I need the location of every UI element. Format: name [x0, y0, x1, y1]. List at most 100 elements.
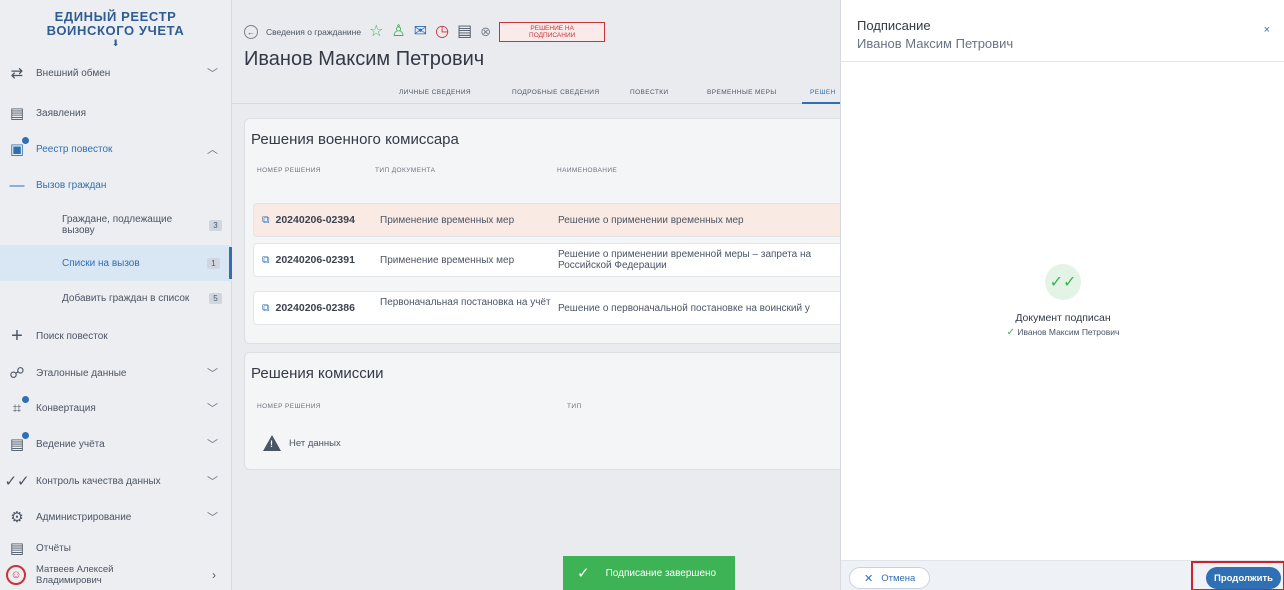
copy-icon[interactable]: ⧉	[262, 215, 270, 226]
chevron-down-icon: ﹀	[207, 403, 218, 415]
sidebar-item-reports[interactable]: ▤ Отчёты	[0, 536, 232, 560]
tab-details[interactable]: ПОДРОБНЫЕ СВЕДЕНИЯ	[512, 89, 599, 96]
sidebar-item-administration[interactable]: ⚙ Администрирование ﹀	[0, 499, 232, 535]
sidebar-item-label: Заявления	[36, 107, 87, 119]
empty-state-text: Нет данных	[289, 437, 341, 449]
sidebar-item-search-summons[interactable]: + Поиск повесток	[0, 318, 232, 354]
table-row[interactable]: ⧉ 20240206-02394 Применение временных мер…	[253, 203, 853, 237]
sidebar-item-label: Конвертация	[36, 402, 96, 414]
sidebar-item-conversion[interactable]: ⌗ Конвертация ﹀	[0, 390, 232, 426]
pin-icon[interactable]: ⬇	[0, 38, 231, 48]
sidebar-item-label: Отчёты	[36, 542, 71, 554]
sidebar-item-label: Администрирование	[36, 511, 132, 523]
app-root: ЕДИНЫЙ РЕЕСТР ВОИНСКОГО УЧЕТА ⬇ ⇄ Внешни…	[0, 0, 1284, 590]
copy-icon[interactable]: ⧉	[262, 255, 270, 266]
sidebar-item-data-quality[interactable]: ✓✓ Контроль качества данных ﹀	[0, 463, 232, 499]
tab-summons[interactable]: ПОВЕСТКИ	[630, 89, 669, 96]
brand-line-2: ВОИНСКОГО УЧЕТА	[46, 23, 185, 38]
sidebar-item-label: Добавить граждан в список	[62, 292, 190, 304]
count-badge: 1	[207, 257, 220, 269]
close-icon: ✕	[864, 572, 874, 585]
toast-text: Подписание завершено	[605, 567, 717, 579]
column-header-name[interactable]: НАИМЕНОВАНИЕ	[557, 167, 617, 174]
mail-icon[interactable]: ✉	[414, 24, 427, 40]
sidebar-item-call-citizens[interactable]: — Вызов граждан	[0, 167, 232, 203]
status-badge: РЕШЕНИЕ НА ПОДПИСАНИИ	[499, 22, 606, 42]
empty-state: Нет данных	[263, 435, 341, 451]
cancel-button-label: Отмена	[881, 572, 916, 584]
brand-line-1: ЕДИНЫЙ РЕЕСТР	[54, 9, 177, 24]
decision-number: 20240206-02394	[275, 214, 355, 226]
sidebar-item-label: Внешний обмен	[36, 67, 111, 79]
sidebar-item-applications[interactable]: ▤ Заявления	[0, 95, 232, 131]
sidebar-item-label: Контроль качества данных	[36, 475, 161, 487]
count-badge: 5	[209, 292, 222, 304]
notification-dot	[22, 396, 29, 403]
clock-icon[interactable]: ◷	[435, 24, 449, 40]
doc-type-cell: Применение временных мер	[380, 215, 515, 226]
table-row[interactable]: ⧉ 20240206-02391 Применение временных мер…	[253, 243, 853, 277]
sidebar-item-reference-data[interactable]: ☍ Эталонные данные ﹀	[0, 355, 232, 391]
signed-status: ✓✓ Документ подписан ✓ Иванов Максим Пет…	[841, 264, 1284, 338]
back-arrow-icon[interactable]: ←	[244, 25, 258, 39]
sidebar: ЕДИНЫЙ РЕЕСТР ВОИНСКОГО УЧЕТА ⬇ ⇄ Внешни…	[0, 0, 232, 590]
page-title: Иванов Максим Петрович	[244, 48, 485, 70]
column-header-type[interactable]: ТИП	[567, 403, 582, 410]
registry-icon: ▣	[6, 137, 29, 160]
double-check-icon: ✓✓	[1045, 264, 1081, 300]
signing-drawer: Подписание Иванов Максим Петрович × ✓✓ Д…	[840, 0, 1284, 590]
chevron-down-icon: ﹀	[207, 368, 218, 380]
exchange-icon: ⇄	[10, 65, 24, 82]
tab-personal[interactable]: ЛИЧНЫЕ СВЕДЕНИЯ	[399, 89, 471, 96]
tab-temporary-measures[interactable]: ВРЕМЕННЫЕ МЕРЫ	[707, 89, 776, 96]
drawer-footer: ✕ Отмена Продолжить	[841, 560, 1284, 590]
decision-number-cell[interactable]: ⧉ 20240206-02391	[262, 255, 355, 266]
sidebar-item-label: Эталонные данные	[36, 367, 127, 379]
sidebar-item-label: Списки на вызов	[62, 257, 140, 269]
document-icon[interactable]: ▤	[457, 24, 472, 40]
tab-decisions[interactable]: РЕШЕН	[810, 89, 836, 96]
sidebar-item-citizens-to-call[interactable]: Граждане, подлежащие вызову 3	[0, 207, 232, 243]
decision-name-cell: Решение о первоначальной постановке на в…	[558, 303, 810, 314]
table-row[interactable]: ⧉ 20240206-02386 Первоначальная постановк…	[253, 291, 853, 325]
tab-active-indicator	[802, 102, 840, 104]
close-circle-icon[interactable]: ⊗	[480, 24, 491, 40]
brand-logo[interactable]: ЕДИНЫЙ РЕЕСТР ВОИНСКОГО УЧЕТА ⬇	[0, 0, 231, 55]
column-header-doc-type[interactable]: ТИП ДОКУМЕНТА	[375, 167, 435, 174]
check-icon: ✓	[1006, 327, 1015, 338]
sidebar-item-call-lists[interactable]: Списки на вызов 1	[0, 245, 232, 281]
cancel-button[interactable]: ✕ Отмена	[849, 567, 931, 589]
signer-line: ✓ Иванов Максим Петрович	[841, 327, 1284, 338]
sidebar-item-external-exchange[interactable]: ⇄ Внешний обмен ﹀	[0, 55, 232, 91]
column-header-number[interactable]: НОМЕР РЕШЕНИЯ	[257, 403, 321, 410]
signer-name: Иванов Максим Петрович	[1017, 327, 1120, 337]
scan-icon: ⌗	[6, 396, 29, 419]
tab-bar: ЛИЧНЫЕ СВЕДЕНИЯ ПОДРОБНЫЕ СВЕДЕНИЯ ПОВЕС…	[232, 84, 840, 104]
star-icon[interactable]: ☆	[369, 24, 383, 40]
user-name: Матвеев Алексей Владимирович	[36, 564, 114, 586]
signed-status-text: Документ подписан	[1015, 312, 1111, 324]
sidebar-item-label: Поиск повесток	[36, 330, 108, 342]
success-toast[interactable]: ✓ Подписание завершено	[563, 556, 735, 590]
sidebar-item-label: Реестр повесток	[36, 143, 113, 155]
decision-number-cell[interactable]: ⧉ 20240206-02386	[262, 303, 355, 314]
sidebar-item-accounting[interactable]: ▤ Ведение учёта ﹀	[0, 426, 232, 462]
decision-number: 20240206-02391	[275, 254, 355, 266]
gear-icon: ⚙	[10, 509, 24, 526]
drawer-header: Подписание Иванов Максим Петрович	[841, 0, 1284, 62]
close-icon[interactable]: ×	[1264, 24, 1270, 36]
sidebar-item-summons-registry[interactable]: ▣ Реестр повесток ︿	[0, 131, 232, 167]
sidebar-item-add-citizens[interactable]: Добавить граждан в список 5	[0, 280, 232, 316]
decision-number-cell[interactable]: ⧉ 20240206-02394	[262, 215, 355, 226]
continue-button[interactable]: Продолжить	[1205, 567, 1281, 589]
user-check-icon[interactable]: ♙	[391, 24, 405, 40]
chevron-up-icon: ︿	[207, 144, 218, 156]
avatar: ☺	[6, 565, 26, 585]
column-header-number[interactable]: НОМЕР РЕШЕНИЯ	[257, 167, 321, 174]
sidebar-item-label: Ведение учёта	[36, 438, 105, 450]
user-menu[interactable]: ☺ Матвеев Алексей Владимирович ›	[0, 560, 232, 590]
copy-icon[interactable]: ⧉	[262, 303, 270, 314]
notification-dot	[22, 137, 29, 144]
sidebar-item-label: Вызов граждан	[36, 179, 107, 191]
breadcrumb[interactable]: Сведения о гражданине	[266, 27, 361, 37]
